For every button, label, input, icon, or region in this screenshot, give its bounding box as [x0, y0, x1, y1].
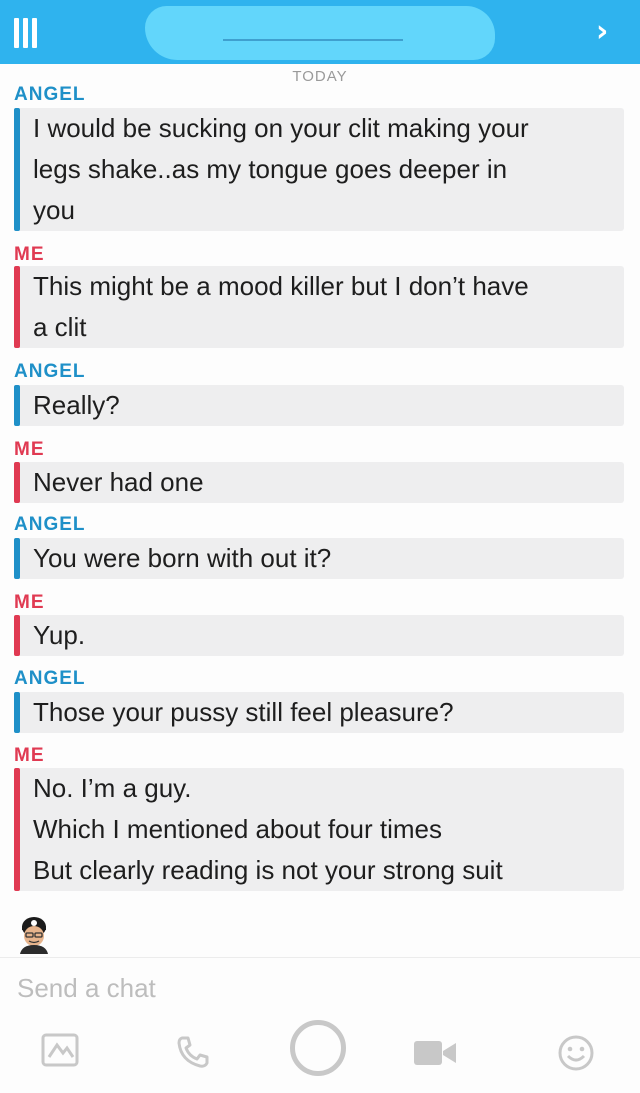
chat-input[interactable]: Send a chat [17, 968, 517, 1008]
message-bubble[interactable]: You were born with out it? [14, 538, 624, 579]
sender-label: ME [14, 592, 45, 613]
message-bubble[interactable]: This might be a mood killer but I don’t … [14, 266, 624, 348]
sender-color-bar [14, 692, 20, 733]
message-line: But clearly reading is not your strong s… [33, 855, 503, 885]
message-line: legs shake..as my tongue goes deeper in [33, 154, 508, 184]
message-line: Which I mentioned about four times [33, 814, 442, 844]
message-line: This might be a mood killer but I don’t … [33, 271, 529, 301]
message-line: a clit [33, 312, 87, 342]
sender-color-bar [14, 615, 20, 656]
smiley-icon[interactable] [557, 1034, 595, 1077]
message-bubble[interactable]: Really? [14, 385, 624, 426]
sender-color-bar [14, 385, 20, 426]
message-line: Those your pussy still feel pleasure? [33, 697, 454, 727]
sender-label: ANGEL [14, 514, 86, 535]
message-line: Yup. [33, 620, 86, 650]
sender-color-bar [14, 768, 20, 891]
sender-label: ME [14, 439, 45, 460]
chat-header: › [0, 0, 640, 64]
menu-icon[interactable] [14, 18, 44, 48]
phone-icon[interactable] [175, 1034, 211, 1075]
composer-divider [0, 957, 640, 958]
sender-color-bar [14, 538, 20, 579]
chevron-right-icon[interactable]: › [596, 17, 608, 47]
message-line: Never had one [33, 467, 204, 497]
sender-color-bar [14, 108, 20, 231]
sender-color-bar [14, 462, 20, 503]
message-bubble[interactable]: I would be sucking on your clit making y… [14, 108, 624, 231]
sender-label: ANGEL [14, 84, 86, 105]
sender-label: ME [14, 745, 45, 766]
message-bubble[interactable]: No. I’m a guy. Which I mentioned about f… [14, 768, 624, 891]
sender-label: ANGEL [14, 361, 86, 382]
message-line: I would be sucking on your clit making y… [33, 113, 529, 143]
camera-shutter-icon[interactable] [290, 1020, 346, 1076]
message-line: You were born with out it? [33, 543, 332, 573]
date-separator: TODAY [292, 68, 348, 85]
sticker-card-icon[interactable] [41, 1033, 79, 1072]
message-bubble[interactable]: Yup. [14, 615, 624, 656]
message-line: No. I’m a guy. [33, 773, 192, 803]
sender-color-bar [14, 266, 20, 348]
redacted-contact-name[interactable] [145, 6, 495, 60]
message-line: you [33, 195, 75, 225]
message-line: Really? [33, 390, 120, 420]
message-bubble[interactable]: Never had one [14, 462, 624, 503]
video-call-icon[interactable] [412, 1038, 458, 1073]
sender-label: ANGEL [14, 668, 86, 689]
sender-label: ME [14, 244, 45, 265]
bitmoji-avatar[interactable] [14, 914, 54, 954]
message-bubble[interactable]: Those your pussy still feel pleasure? [14, 692, 624, 733]
